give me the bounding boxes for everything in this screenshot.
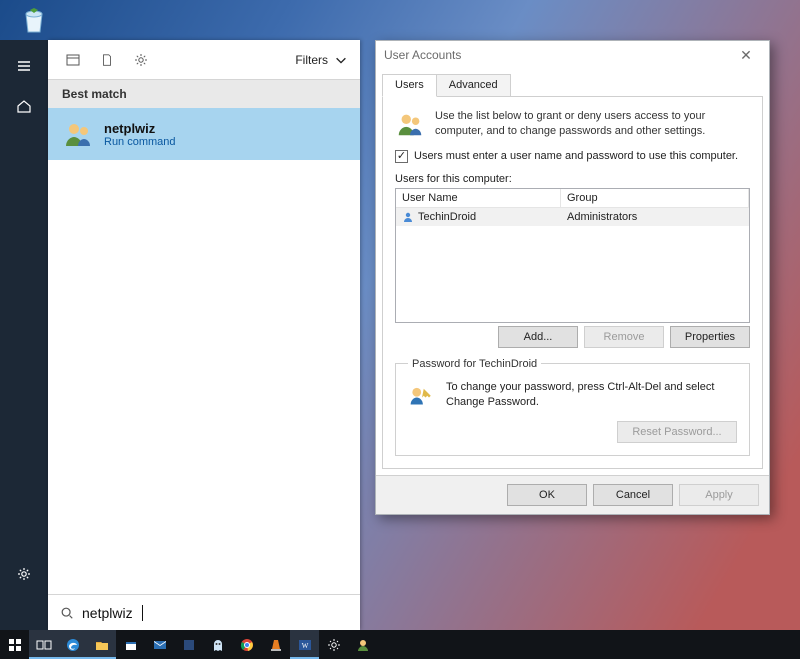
password-groupbox: Password for TechinDroid To change your … [395,358,750,456]
best-match-heading: Best match [48,80,360,108]
search-result-netplwiz[interactable]: netplwiz Run command [48,108,360,160]
taskbar-settings-icon[interactable] [319,630,348,659]
close-icon[interactable]: ✕ [731,47,761,64]
cell-group: Administrators [567,211,637,223]
results-empty-area [48,160,360,594]
dialog-titlebar[interactable]: User Accounts ✕ [376,41,769,69]
key-icon [408,380,436,408]
intro-row: Use the list below to grant or deny user… [395,109,750,140]
task-view-icon[interactable] [29,630,58,659]
column-group[interactable]: Group [561,189,749,207]
list-header: User Name Group [396,189,749,208]
ok-button[interactable]: OK [507,484,587,506]
people-icon [62,118,94,150]
dialog-button-row: OK Cancel Apply [376,475,769,514]
password-group-label: Password for TechinDroid [408,358,541,370]
apply-button: Apply [679,484,759,506]
taskbar-word-icon[interactable]: W [290,630,319,659]
require-login-checkbox[interactable]: Users must enter a user name and passwor… [395,150,750,163]
remove-button: Remove [584,326,664,348]
document-icon[interactable] [90,46,124,74]
cell-username: TechinDroid [418,211,476,223]
checkbox-checked-icon [395,150,408,163]
filters-dropdown[interactable]: Filters [295,53,352,67]
result-subtitle: Run command [104,136,176,148]
tab-advanced[interactable]: Advanced [437,74,511,97]
taskbar-mail-icon[interactable] [145,630,174,659]
search-icon [60,606,74,620]
taskbar-edge-icon[interactable] [58,630,87,659]
result-title: netplwiz [104,121,176,136]
reset-password-button: Reset Password... [617,421,737,443]
intro-text: Use the list below to grant or deny user… [435,109,750,140]
people-icon [395,109,425,139]
users-list-section: Users for this computer: User Name Group… [395,173,750,348]
taskbar-vlc-icon[interactable] [261,630,290,659]
hamburger-icon[interactable] [0,46,48,86]
cancel-button[interactable]: Cancel [593,484,673,506]
start-search-panel: Filters Best match netplwiz Run command … [0,40,360,630]
properties-button[interactable]: Properties [670,326,750,348]
tab-users[interactable]: Users [382,74,437,97]
tab-users-body: Use the list below to grant or deny user… [382,96,763,469]
start-toolbar: Filters [48,40,360,80]
text-caret [142,605,143,621]
filters-label: Filters [295,53,328,67]
table-row[interactable]: TechinDroid Administrators [396,208,749,226]
taskbar: W [0,630,800,659]
users-for-computer-label: Users for this computer: [395,173,750,185]
apps-view-icon[interactable] [56,46,90,74]
dialog-tabs: Users Advanced [376,69,769,97]
gear-icon[interactable] [124,46,158,74]
taskbar-user-icon[interactable] [348,630,377,659]
taskbar-app-icon-1[interactable] [174,630,203,659]
taskbar-explorer-icon[interactable] [87,630,116,659]
svg-text:W: W [301,642,308,650]
taskbar-ghost-icon[interactable] [203,630,232,659]
start-left-rail [0,40,48,630]
taskbar-store-icon[interactable] [116,630,145,659]
user-icon [402,211,414,223]
start-results-panel: Filters Best match netplwiz Run command … [48,40,360,630]
users-listbox[interactable]: User Name Group TechinDroid Administrato… [395,188,750,323]
column-username[interactable]: User Name [396,189,561,207]
dialog-title: User Accounts [384,48,461,62]
add-button[interactable]: Add... [498,326,578,348]
home-icon[interactable] [0,86,48,126]
search-input[interactable]: netplwiz [48,594,360,630]
start-button[interactable] [0,630,29,659]
search-input-value: netplwiz [82,605,133,621]
settings-gear-icon[interactable] [0,554,48,594]
taskbar-chrome-icon[interactable] [232,630,261,659]
user-accounts-dialog: User Accounts ✕ Users Advanced Use the l… [375,40,770,515]
password-help-text: To change your password, press Ctrl-Alt-… [446,380,737,411]
checkbox-label: Users must enter a user name and passwor… [414,150,738,162]
chevron-down-icon [334,53,348,67]
recycle-bin-icon[interactable] [18,4,50,36]
